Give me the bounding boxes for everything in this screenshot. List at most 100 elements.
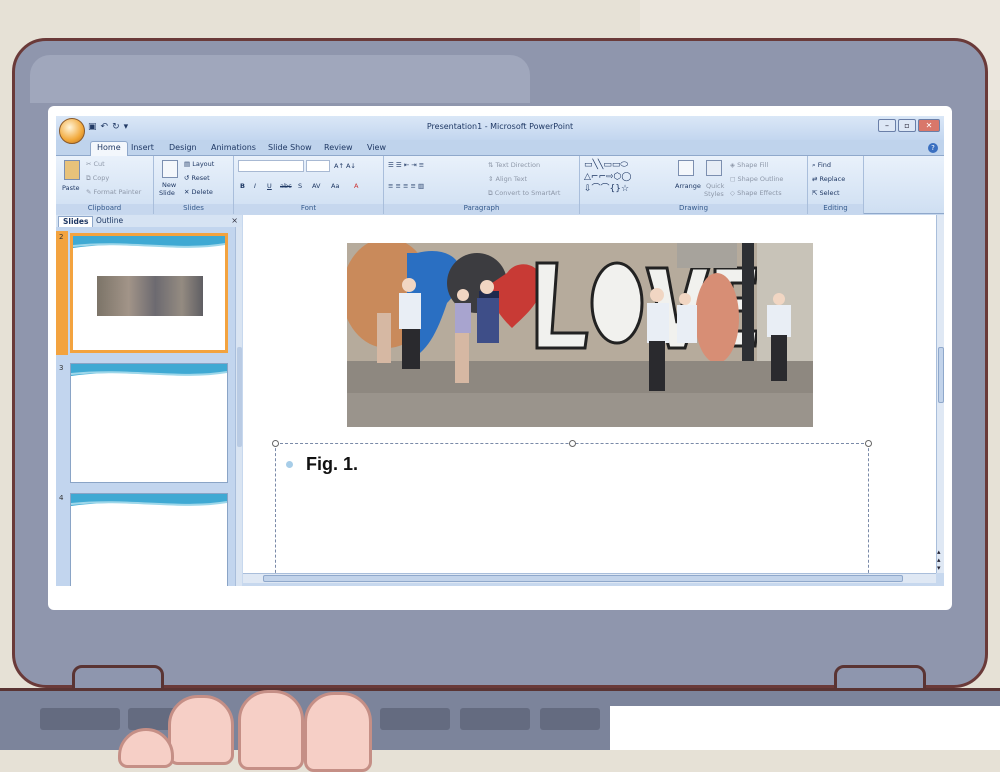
clipboard-group-label: Clipboard	[56, 204, 153, 214]
scroll-thumb[interactable]	[263, 575, 903, 582]
editing-group-label: Editing	[808, 204, 863, 214]
quick-styles-icon[interactable]	[706, 160, 722, 176]
resize-handle[interactable]	[865, 440, 872, 447]
align-buttons-icon[interactable]: ≡ ≡ ≡ ≡ ▥	[388, 182, 424, 190]
font-color-button[interactable]: A	[354, 182, 358, 190]
tab-review[interactable]: Review	[324, 142, 353, 154]
prev-next-slide-arrows[interactable]: ▴ ▴ ▾	[937, 548, 941, 572]
slide-canvas[interactable]: Fig. 1.	[243, 215, 936, 573]
slides-pane-scrollbar[interactable]	[235, 227, 242, 586]
select-label: Select	[819, 189, 840, 197]
slide-thumbnail-2[interactable]	[70, 233, 228, 353]
underline-button[interactable]: U	[267, 182, 272, 190]
shape-outline-button[interactable]: ◻ Shape Outline	[730, 175, 783, 183]
reset-label: Reset	[191, 174, 210, 182]
scroll-thumb[interactable]	[938, 347, 944, 403]
new-slide-line2[interactable]: Slide	[159, 189, 175, 197]
save-icon[interactable]: ▣	[88, 120, 97, 134]
change-case-button[interactable]: Aa	[331, 182, 339, 190]
paste-icon[interactable]	[64, 160, 80, 180]
shapes-gallery-icon[interactable]: ▭╲╲▭▭⬭ △⌐⌐⇨⬡◯ ⇩⌒⌒{}☆	[584, 159, 631, 195]
paste-button[interactable]: Paste	[62, 184, 80, 192]
ribbon-tabs: Home Insert Design Animations Slide Show…	[56, 140, 944, 156]
tab-home[interactable]: Home	[90, 141, 128, 156]
canvas-horizontal-scrollbar[interactable]	[243, 573, 936, 583]
ribbon: Paste ✂ Cut ⧉ Copy ✎ Format Painter Clip…	[56, 156, 944, 214]
redo-icon[interactable]: ↻	[112, 120, 120, 134]
quick-styles-line2[interactable]: Styles	[704, 190, 724, 198]
graffiti-photo[interactable]	[347, 243, 813, 427]
tab-animations[interactable]: Animations	[211, 142, 256, 154]
canvas-vertical-scrollbar[interactable]	[936, 215, 944, 573]
italic-button[interactable]: I	[254, 182, 256, 190]
slide-number: 3	[59, 364, 64, 372]
char-spacing-button[interactable]: AV	[312, 182, 320, 190]
quick-styles-line1[interactable]: Quick	[706, 182, 724, 190]
new-slide-icon[interactable]	[162, 160, 178, 178]
grow-font-icon[interactable]: A↑ A↓	[334, 162, 356, 170]
font-name-box[interactable]	[238, 160, 304, 172]
shape-outline-label: Shape Outline	[737, 175, 784, 183]
keyboard-key	[540, 708, 600, 730]
undo-icon[interactable]: ↶	[101, 120, 109, 134]
slide-body-text[interactable]: Fig. 1.	[306, 454, 358, 475]
paragraph-group: ☰ ☰ ⇤ ⇥ ≡ ⇅ Text Direction ⇕ Align Text …	[384, 156, 580, 214]
tab-slide-show[interactable]: Slide Show	[268, 142, 312, 154]
office-button[interactable]	[59, 118, 85, 144]
convert-smartart-button[interactable]: ⧉ Convert to SmartArt	[488, 189, 560, 198]
replace-button[interactable]: ⇄ Replace	[812, 175, 845, 183]
format-painter-label: Format Painter	[93, 188, 142, 196]
finger	[168, 695, 234, 765]
slide-thumbnail-3[interactable]	[70, 363, 228, 483]
select-button[interactable]: ⇱ Select	[812, 189, 840, 197]
close-pane-icon[interactable]: ×	[231, 216, 238, 225]
text-direction-button[interactable]: ⇅ Text Direction	[488, 161, 540, 169]
help-icon[interactable]: ?	[928, 143, 938, 153]
keyboard-key	[460, 708, 530, 730]
slides-group: New Slide ▤ Layout ↺ Reset ✕ Delete Slid…	[154, 156, 234, 214]
drawing-group-label: Drawing	[580, 204, 807, 214]
replace-label: Replace	[819, 175, 846, 183]
shape-fill-button[interactable]: ◈ Shape Fill	[730, 161, 768, 169]
resize-handle[interactable]	[569, 440, 576, 447]
shadow-button[interactable]: S	[298, 182, 302, 190]
powerpoint-window: Presentation1 - Microsoft PowerPoint ▣ ↶…	[56, 116, 944, 586]
laptop-screen: Presentation1 - Microsoft PowerPoint ▣ ↶…	[48, 106, 952, 610]
minimize-button[interactable]: –	[878, 119, 896, 132]
maximize-button[interactable]: ▫	[898, 119, 916, 132]
slide-thumbnail-4[interactable]	[70, 493, 228, 586]
tab-insert[interactable]: Insert	[131, 142, 154, 154]
close-button[interactable]: ✕	[918, 119, 940, 132]
new-slide-line1[interactable]: New	[162, 181, 176, 189]
align-text-button[interactable]: ⇕ Align Text	[488, 175, 527, 183]
layout-button[interactable]: ▤ Layout	[184, 160, 214, 168]
arrange-icon[interactable]	[678, 160, 694, 176]
shape-fill-label: Shape Fill	[737, 161, 769, 169]
font-size-box[interactable]	[306, 160, 330, 172]
arrange-button[interactable]: Arrange	[675, 182, 701, 190]
thumbnail-photo	[97, 276, 203, 316]
tab-design[interactable]: Design	[169, 142, 197, 154]
slide-wave-decoration	[71, 364, 227, 376]
resize-handle[interactable]	[272, 440, 279, 447]
copy-button[interactable]: ⧉ Copy	[86, 174, 109, 183]
bullets-icon[interactable]: ☰ ☰ ⇤ ⇥ ≡	[388, 161, 424, 169]
bold-button[interactable]: B	[240, 182, 245, 190]
strikethrough-button[interactable]: abc	[280, 182, 292, 190]
slides-pane: Slides Outline × 2 3 4	[56, 215, 242, 586]
customize-qat-icon[interactable]: ▾	[124, 120, 129, 134]
shape-effects-button[interactable]: ◇ Shape Effects	[730, 189, 782, 197]
paragraph-group-label: Paragraph	[384, 204, 579, 214]
copy-label: Copy	[92, 174, 110, 182]
content-placeholder[interactable]: Fig. 1.	[272, 440, 872, 573]
reset-button[interactable]: ↺ Reset	[184, 174, 210, 182]
cut-button[interactable]: ✂ Cut	[86, 160, 105, 168]
find-button[interactable]: ⌕ Find	[812, 161, 831, 170]
format-painter-button[interactable]: ✎ Format Painter	[86, 188, 141, 196]
scroll-thumb[interactable]	[237, 347, 242, 447]
tab-view[interactable]: View	[367, 142, 386, 154]
tab-slides[interactable]: Slides	[58, 216, 94, 227]
editing-group: ⌕ Find ⇄ Replace ⇱ Select Editing	[808, 156, 864, 214]
tab-outline[interactable]: Outline	[92, 216, 127, 227]
delete-button[interactable]: ✕ Delete	[184, 188, 213, 196]
